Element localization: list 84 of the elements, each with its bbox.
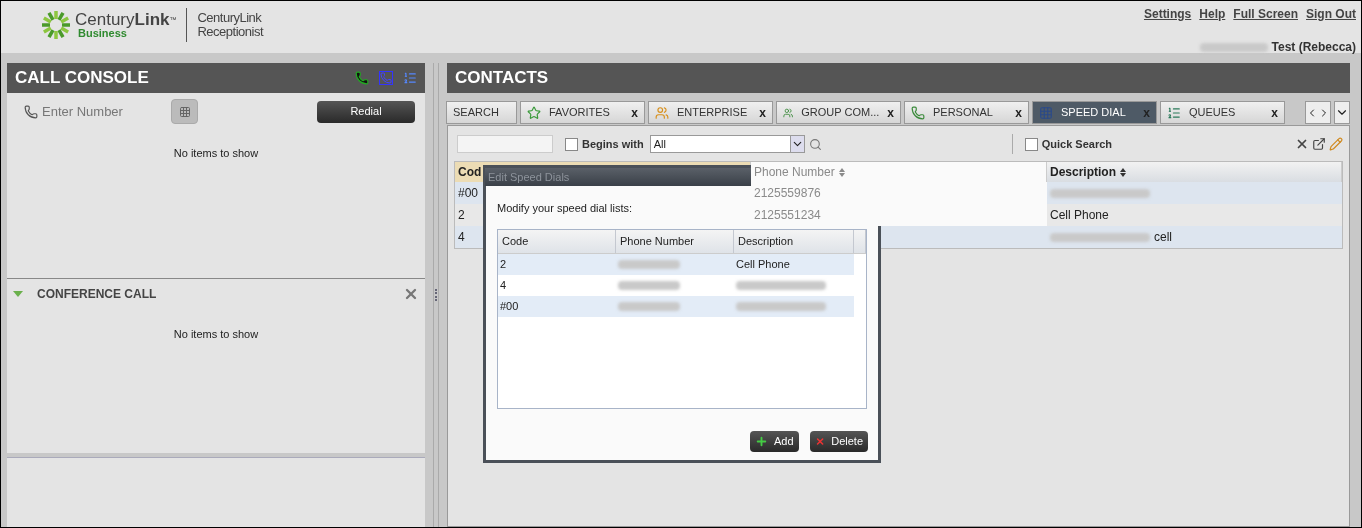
- popout-icon[interactable]: [1312, 137, 1326, 151]
- dropdown-icon: [789, 136, 804, 152]
- table-cell-text: 4: [499, 277, 508, 293]
- close-tab-button[interactable]: x: [887, 103, 894, 122]
- checkbox-label: Begins with: [582, 136, 644, 152]
- tab[interactable]: SPEED DIAL x: [1032, 101, 1157, 124]
- table-row[interactable]: 2 Cell Phone: [498, 253, 854, 275]
- cell-text: cell: [1154, 229, 1172, 246]
- filter-select[interactable]: All: [649, 135, 805, 153]
- close-tab-button[interactable]: x: [1271, 103, 1278, 122]
- table-cell: 2125559876: [751, 182, 1047, 204]
- tab[interactable]: QUEUES x: [1160, 101, 1285, 124]
- tab-label: SEARCH: [453, 105, 499, 121]
- tab[interactable]: ENTERPRISE x: [648, 101, 773, 124]
- tab-label: SPEED DIAL: [1061, 105, 1126, 121]
- column-header[interactable]: Phone Number: [616, 229, 734, 253]
- phone-icon: [911, 105, 925, 120]
- redacted-text: [618, 301, 680, 311]
- close-icon[interactable]: [403, 286, 419, 302]
- tab-label: FAVORITES: [549, 105, 610, 121]
- number-field[interactable]: Enter Number: [42, 101, 167, 122]
- tab-label: ENTERPRISE: [677, 105, 748, 121]
- redacted-text: [618, 259, 680, 269]
- checkbox-label: Quick Search: [1041, 136, 1113, 152]
- star-icon: [527, 105, 541, 120]
- tab-label: PERSONAL: [933, 105, 993, 121]
- table-row[interactable]: #00: [498, 295, 854, 317]
- search-icon[interactable]: [808, 137, 822, 151]
- list-icon: [1167, 105, 1181, 120]
- people-icon: [655, 105, 669, 120]
- close-tab-button[interactable]: x: [1015, 103, 1022, 122]
- product-name: CenturyLink: [197, 11, 263, 25]
- table-cell-text: 2: [499, 256, 508, 272]
- table-cell: 2125551234: [751, 204, 1047, 226]
- desk-phone-icon: [24, 104, 38, 119]
- keypad-icon: [1039, 105, 1053, 120]
- checkbox[interactable]: [1024, 137, 1038, 151]
- dialpad-button[interactable]: [171, 99, 198, 124]
- header-link[interactable]: Full Screen: [1233, 5, 1298, 23]
- phone-icon[interactable]: [355, 71, 369, 85]
- dialog-message: Modify your speed dial lists:: [497, 201, 633, 216]
- cell-text: Cell Phone: [736, 256, 790, 272]
- tab[interactable]: PERSONAL x: [904, 101, 1029, 124]
- sort-icon: [838, 167, 845, 177]
- checkbox[interactable]: [565, 137, 578, 151]
- tab[interactable]: FAVORITES x: [520, 101, 645, 124]
- redacted-text: [618, 280, 680, 290]
- add-button[interactable]: Add: [750, 430, 799, 452]
- tab[interactable]: GROUP COM... x: [776, 101, 901, 124]
- column-header[interactable]: Code: [498, 229, 616, 253]
- sunburst-logo-icon: [41, 10, 71, 40]
- redial-button[interactable]: Redial: [317, 100, 415, 123]
- expand-triangle-icon[interactable]: [13, 291, 23, 297]
- tab-label: GROUP COM...: [801, 105, 880, 121]
- plus-icon: [755, 434, 768, 448]
- tab[interactable]: SEARCH: [446, 101, 517, 124]
- close-tab-button[interactable]: x: [759, 103, 766, 122]
- tab-label: QUEUES: [1189, 105, 1236, 121]
- product-name: Receptionist: [197, 25, 264, 39]
- delete-button[interactable]: Delete: [810, 430, 868, 452]
- list-icon[interactable]: [403, 71, 417, 85]
- header-link[interactable]: Sign Out: [1306, 5, 1356, 23]
- close-icon[interactable]: [1295, 137, 1309, 151]
- cell-text: Test (Rebecca): [1271, 39, 1356, 56]
- close-tab-button[interactable]: x: [631, 103, 638, 122]
- brand-name: CenturyLink$^{™}$: [75, 11, 177, 28]
- tab-menu-icon[interactable]: [1334, 101, 1350, 124]
- dialog-title: Edit Speed Dials: [488, 169, 570, 185]
- column-header[interactable]: Description: [734, 229, 854, 253]
- brand-subtitle: Business: [78, 28, 127, 39]
- header-link[interactable]: Help: [1199, 5, 1226, 23]
- panel-title: CONTACTS: [455, 67, 549, 90]
- section-title: CONFERENCE CALL: [37, 286, 157, 303]
- search-field[interactable]: [457, 135, 553, 153]
- column-header[interactable]: Description: [1047, 162, 1342, 182]
- cell-text: Cell Phone: [1050, 207, 1109, 224]
- empty-message: No items to show: [173, 146, 259, 161]
- sort-icon: [1120, 167, 1126, 177]
- empty-message: No items to show: [173, 327, 259, 342]
- keypad-icon: [178, 105, 191, 118]
- panel-title: CALL CONSOLE: [15, 67, 149, 90]
- header-link[interactable]: Settings: [1143, 5, 1192, 23]
- redacted-text: [1199, 42, 1268, 52]
- table-cell-text: #00: [499, 298, 520, 314]
